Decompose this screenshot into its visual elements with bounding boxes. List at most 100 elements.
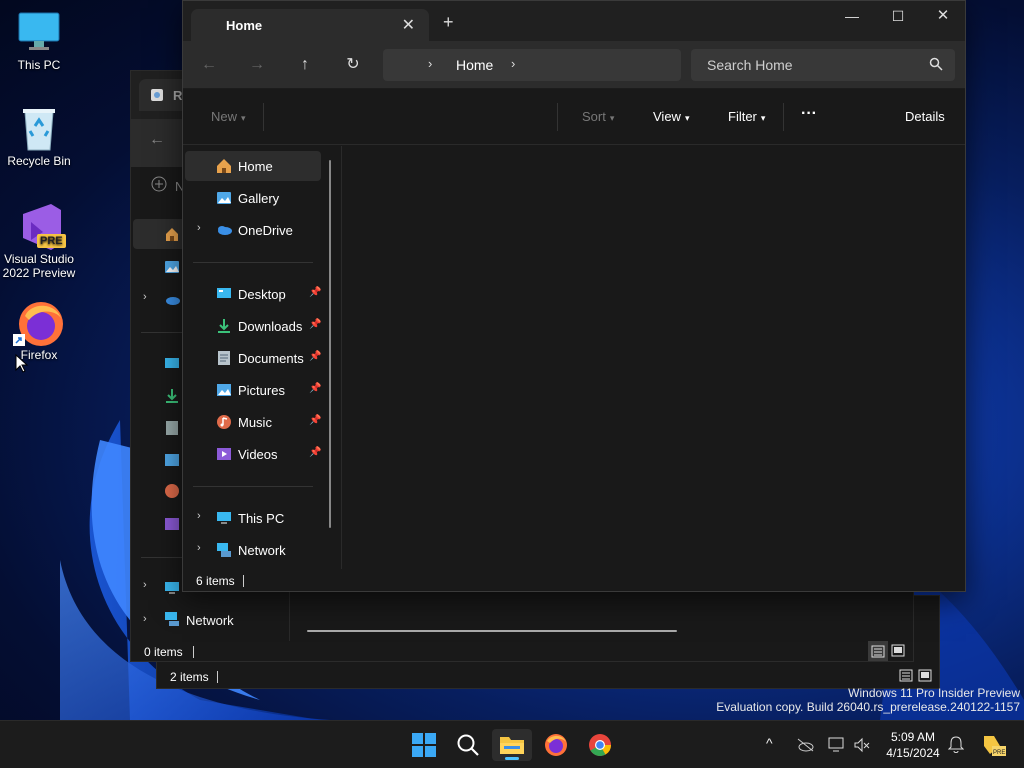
more-options-button[interactable]: ··· — [801, 105, 817, 123]
expand-chevron-icon[interactable]: › — [143, 291, 147, 303]
nav-item-gallery[interactable]: Gallery — [185, 183, 321, 213]
nav-item-label: Gallery — [238, 191, 280, 206]
nav-item-pictures[interactable]: Pictures 📌 — [185, 375, 321, 405]
downloads-icon — [218, 319, 230, 333]
network-tray-icon[interactable] — [828, 737, 846, 753]
expand-chevron-icon[interactable]: › — [197, 510, 201, 522]
back-button[interactable]: ← — [199, 55, 219, 75]
maximize-button[interactable]: ☐ — [875, 7, 921, 35]
desktop-icon-this-pc[interactable]: This PC — [1, 10, 77, 72]
horizontal-scrollbar[interactable] — [307, 630, 677, 632]
refresh-button[interactable]: ↻ — [343, 55, 363, 75]
view-toggle-icons[interactable] — [899, 668, 933, 684]
new-button[interactable]: New ▾ — [211, 109, 246, 124]
nav-item-label: Documents — [238, 351, 304, 366]
nav-pane-scrollbar[interactable] — [329, 160, 331, 528]
watermark-edition: Windows 11 Pro Insider Preview — [848, 686, 1020, 700]
nav-item-onedrive[interactable]: › OneDrive — [185, 215, 321, 245]
details-button[interactable]: Details — [905, 109, 945, 124]
command-separator — [263, 103, 264, 131]
expand-chevron-icon[interactable]: › — [197, 222, 201, 234]
close-window-button[interactable]: ✕ — [920, 7, 966, 35]
chevron-down-icon: ▾ — [760, 113, 766, 123]
pre-badge: PRE — [37, 234, 66, 248]
onedrive-tray-icon[interactable] — [796, 738, 814, 752]
new-tab-button[interactable]: + — [443, 13, 454, 31]
notification-bell-icon[interactable] — [948, 736, 964, 754]
desktop-icon-recycle-bin[interactable]: Recycle Bin — [1, 106, 77, 168]
search-icon[interactable] — [929, 57, 943, 71]
nav-item-label: Videos — [238, 447, 278, 462]
windows-logo-icon — [412, 733, 436, 757]
tab-home[interactable]: Home ✕ — [191, 9, 429, 41]
nav-item-home[interactable]: Home — [185, 151, 321, 181]
pin-icon[interactable]: 📌 — [309, 351, 321, 362]
mouse-cursor-icon — [15, 354, 29, 373]
nav-item-network[interactable]: › Network — [185, 535, 321, 565]
pictures-icon — [217, 384, 231, 396]
minimize-button[interactable]: — — [829, 7, 875, 35]
background-nav-network-label: Network — [186, 613, 234, 628]
desktop-icon-firefox[interactable]: Firefox — [1, 300, 77, 362]
status-text: 2 items — [170, 670, 209, 684]
tab-close-button[interactable]: ✕ — [402, 15, 415, 35]
volume-muted-tray-icon[interactable] — [853, 737, 871, 753]
desktop-icon — [217, 288, 231, 298]
nav-item-this-pc[interactable]: › This PC — [185, 503, 321, 533]
pin-icon[interactable]: 📌 — [309, 447, 321, 458]
chrome-taskbar-button[interactable] — [580, 729, 620, 761]
nav-item-music[interactable]: Music 📌 — [185, 407, 321, 437]
sort-button[interactable]: Sort ▾ — [582, 109, 614, 124]
pin-icon[interactable]: 📌 — [309, 383, 321, 394]
background-nav-network[interactable]: › Network — [133, 605, 283, 635]
address-bar[interactable]: › Home › — [383, 49, 681, 81]
filter-button[interactable]: Filter ▾ — [728, 109, 765, 124]
up-button[interactable]: ↑ — [295, 55, 315, 75]
back-arrow-icon[interactable]: ← — [149, 131, 165, 149]
content-area[interactable] — [342, 146, 966, 569]
status-bar: 6 items — [183, 569, 965, 593]
breadcrumb-home[interactable]: Home — [456, 57, 493, 73]
forward-button[interactable]: → — [247, 55, 267, 75]
status-text: 0 items — [144, 645, 183, 659]
search-icon — [457, 734, 479, 756]
file-explorer-window[interactable]: Home ✕ + — ☐ ✕ ← → ↑ ↻ › Home › Search H… — [182, 0, 966, 592]
pin-icon[interactable]: 📌 — [309, 415, 321, 426]
this-pc-icon — [217, 512, 231, 524]
copilot-preview-icon[interactable]: PRE — [980, 732, 1006, 758]
nav-item-videos[interactable]: Videos 📌 — [185, 439, 321, 469]
search-box[interactable]: Search Home — [691, 49, 955, 81]
desktop-icon-label: This PC — [17, 58, 61, 72]
nav-item-label: Downloads — [238, 319, 303, 334]
onedrive-icon — [218, 226, 232, 235]
clock[interactable]: 5:09 AM 4/15/2024 — [880, 729, 946, 761]
pin-icon[interactable]: 📌 — [309, 287, 321, 298]
breadcrumb-chevron-icon[interactable]: › — [428, 56, 432, 71]
expand-chevron-icon[interactable]: › — [143, 579, 147, 591]
background-tab-title: R — [173, 88, 183, 103]
firefox-taskbar-button[interactable] — [536, 729, 576, 761]
desktop-icon-label: Firefox — [20, 348, 58, 362]
network-icon — [217, 543, 231, 557]
show-hidden-icons-button[interactable]: ^ — [766, 735, 773, 751]
pin-icon[interactable]: 📌 — [309, 319, 321, 330]
clock-time: 5:09 AM — [890, 730, 936, 744]
nav-item-desktop[interactable]: Desktop 📌 — [185, 279, 321, 309]
nav-item-label: Home — [238, 159, 273, 174]
expand-chevron-icon[interactable]: › — [143, 613, 147, 625]
nav-item-downloads[interactable]: Downloads 📌 — [185, 311, 321, 341]
title-bar[interactable]: Home ✕ + — ☐ ✕ — [183, 1, 965, 41]
folder-tab-icon — [151, 89, 163, 101]
desktop-icon-visual-studio[interactable]: PRE Visual Studio 2022 Preview — [1, 204, 77, 280]
nav-item-documents[interactable]: Documents 📌 — [185, 343, 321, 373]
expand-chevron-icon[interactable]: › — [197, 542, 201, 554]
view-button[interactable]: View ▾ — [653, 109, 689, 124]
command-separator — [783, 103, 784, 131]
file-explorer-taskbar-button[interactable] — [492, 729, 532, 761]
breadcrumb-chevron-icon[interactable]: › — [511, 56, 515, 71]
documents-icon — [218, 351, 230, 365]
view-toggle-icons[interactable] — [868, 641, 908, 661]
new-plus-icon[interactable] — [151, 176, 167, 195]
start-button[interactable] — [404, 729, 444, 761]
search-taskbar-button[interactable] — [448, 729, 488, 761]
